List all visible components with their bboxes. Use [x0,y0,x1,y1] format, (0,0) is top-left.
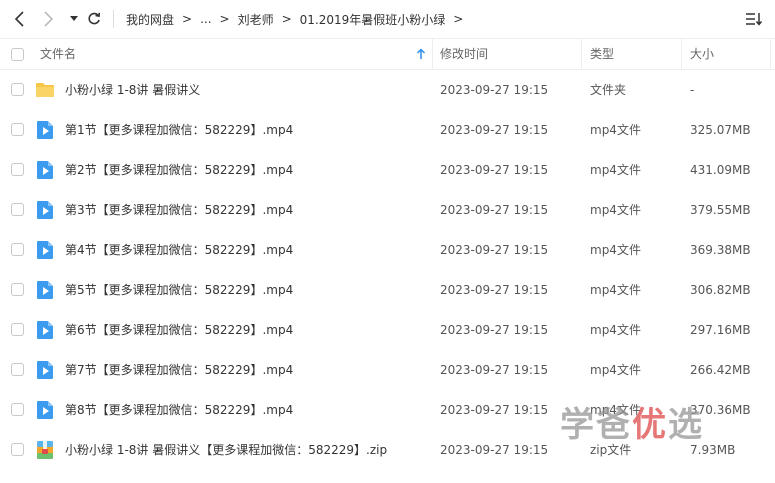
file-size: 266.42MB [690,363,751,377]
history-dropdown-button[interactable] [64,9,84,29]
select-all-checkbox[interactable] [11,48,24,61]
file-size: 431.09MB [690,163,751,177]
file-type: mp4文件 [590,243,641,257]
file-name[interactable]: 第1节【更多课程加微信：582229】.mp4 [65,110,293,150]
file-modified-date: 2023-09-27 19:15 [440,323,549,337]
row-checkbox[interactable] [11,283,24,296]
column-header-type[interactable]: 类型 [590,39,614,69]
forward-button[interactable] [38,9,58,29]
column-header-size[interactable]: 大小 [690,39,714,69]
file-name[interactable]: 第2节【更多课程加微信：582229】.mp4 [65,150,293,190]
breadcrumb-separator: > [281,12,292,26]
video-icon [35,240,55,260]
folder-icon [35,80,55,100]
row-checkbox[interactable] [11,243,24,256]
sort-ascending-icon[interactable] [416,48,426,60]
sort-menu-button[interactable] [745,11,763,27]
row-checkbox[interactable] [11,83,24,96]
video-icon [35,200,55,220]
zip-icon [35,440,55,460]
video-icon [35,280,55,300]
column-divider[interactable] [770,39,771,69]
file-type: mp4文件 [590,163,641,177]
breadcrumb-separator: > [219,12,230,26]
column-divider[interactable] [581,39,582,69]
file-modified-date: 2023-09-27 19:15 [440,443,549,457]
file-row[interactable]: 第7节【更多课程加微信：582229】.mp4 2023-09-27 19:15 m… [0,350,775,390]
file-modified-date: 2023-09-27 19:15 [440,363,549,377]
breadcrumb-separator: > [182,12,193,26]
file-modified-date: 2023-09-27 19:15 [440,403,549,417]
file-type: 文件夹 [590,83,627,97]
file-modified-date: 2023-09-27 19:15 [440,243,549,257]
row-checkbox[interactable] [11,323,24,336]
breadcrumb: 我的网盘 > ... > 刘老师 > 01.2019年暑假班小粉小绿 > [113,10,471,28]
video-icon [35,320,55,340]
column-header-name[interactable]: 文件名 [40,39,76,69]
row-checkbox[interactable] [11,403,24,416]
file-row[interactable]: 第6节【更多课程加微信：582229】.mp4 2023-09-27 19:15 m… [0,310,775,350]
file-name[interactable]: 第5节【更多课程加微信：582229】.mp4 [65,270,293,310]
file-modified-date: 2023-09-27 19:15 [440,203,549,217]
back-button[interactable] [10,9,30,29]
row-checkbox[interactable] [11,363,24,376]
file-type: mp4文件 [590,283,641,297]
row-checkbox[interactable] [11,443,24,456]
file-type: mp4文件 [590,363,641,377]
breadcrumb-item[interactable]: 我的网盘 [126,11,174,28]
chevron-right-icon [44,11,54,27]
file-name[interactable]: 第8节【更多课程加微信：582229】.mp4 [65,390,293,430]
file-row[interactable]: 第5节【更多课程加微信：582229】.mp4 2023-09-27 19:15 m… [0,270,775,310]
file-name[interactable]: 小粉小绿 1-8讲 暑假讲义【更多课程加微信：582229】.zip [65,430,387,470]
file-row[interactable]: 第3节【更多课程加微信：582229】.mp4 2023-09-27 19:15 m… [0,190,775,230]
sort-list-icon [746,13,763,26]
column-divider[interactable] [681,39,682,69]
file-name[interactable]: 第6节【更多课程加微信：582229】.mp4 [65,310,293,350]
file-size: 306.82MB [690,283,751,297]
file-modified-date: 2023-09-27 19:15 [440,123,549,137]
file-row[interactable]: 第1节【更多课程加微信：582229】.mp4 2023-09-27 19:15 m… [0,110,775,150]
file-size: 369.38MB [690,243,751,257]
row-checkbox[interactable] [11,123,24,136]
file-name[interactable]: 第4节【更多课程加微信：582229】.mp4 [65,230,293,270]
breadcrumb-item[interactable]: ... [200,12,211,26]
file-name[interactable]: 第7节【更多课程加微信：582229】.mp4 [65,350,293,390]
file-row[interactable]: 第2节【更多课程加微信：582229】.mp4 2023-09-27 19:15 m… [0,150,775,190]
file-name[interactable]: 小粉小绿 1-8讲 暑假讲义 [65,70,200,110]
video-icon [35,360,55,380]
file-size: 379.55MB [690,203,751,217]
file-row[interactable]: 第4节【更多课程加微信：582229】.mp4 2023-09-27 19:15 m… [0,230,775,270]
caret-down-icon [70,16,78,21]
file-name[interactable]: 第3节【更多课程加微信：582229】.mp4 [65,190,293,230]
video-icon [35,160,55,180]
column-divider[interactable] [432,39,433,69]
breadcrumb-item[interactable]: 01.2019年暑假班小粉小绿 [300,11,446,28]
file-type: mp4文件 [590,323,641,337]
row-checkbox[interactable] [11,203,24,216]
video-icon [35,120,55,140]
file-list-header: 文件名 修改时间 类型 大小 [0,38,775,70]
file-size: - [690,83,695,97]
breadcrumb-item[interactable]: 刘老师 [238,11,274,28]
file-modified-date: 2023-09-27 19:15 [440,283,549,297]
file-modified-date: 2023-09-27 19:15 [440,83,549,97]
file-size: 297.16MB [690,323,751,337]
file-type: mp4文件 [590,123,641,137]
file-modified-date: 2023-09-27 19:15 [440,163,549,177]
watermark-logo: 学 爸 优 选 [560,404,704,445]
file-row[interactable]: 小粉小绿 1-8讲 暑假讲义 2023-09-27 19:15 文件夹 - [0,70,775,110]
file-size: 325.07MB [690,123,751,137]
column-header-modified[interactable]: 修改时间 [440,39,488,69]
video-icon [35,400,55,420]
breadcrumb-separator: > [453,12,464,26]
toolbar: 我的网盘 > ... > 刘老师 > 01.2019年暑假班小粉小绿 > [0,0,775,38]
chevron-left-icon [14,11,24,27]
row-checkbox[interactable] [11,163,24,176]
file-type: mp4文件 [590,203,641,217]
refresh-icon [88,12,101,25]
refresh-button[interactable] [84,9,104,29]
